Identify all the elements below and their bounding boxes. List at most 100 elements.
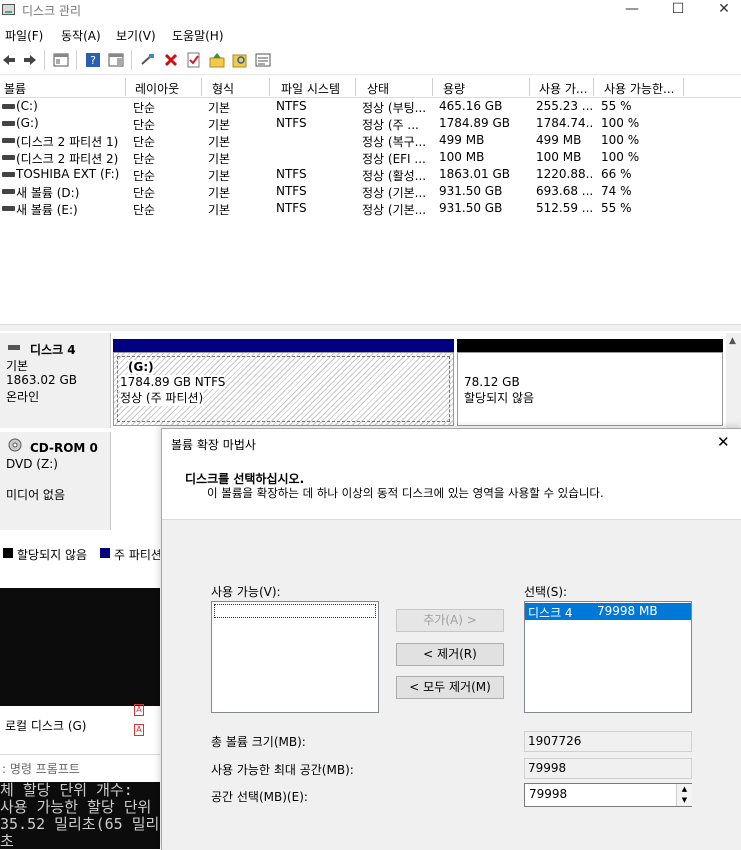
forward-icon[interactable] [22, 52, 38, 68]
import-icon[interactable] [209, 52, 225, 68]
column-divider[interactable] [201, 78, 202, 96]
cell-filesystem: NTFS [276, 184, 307, 198]
legend-unallocated-label: 할당되지 않음 [17, 548, 88, 562]
cell-type: 기본 [208, 203, 231, 217]
cell-percent-free: 100 % [601, 133, 640, 147]
wizard-title: 볼륨 확장 마법사 [171, 438, 256, 452]
menu-action[interactable]: 동작(A) [61, 27, 101, 44]
column-header-capacity[interactable]: 용량 [443, 80, 465, 97]
remove-all-button[interactable]: < 모두 제거(M) [396, 676, 504, 699]
cell-filesystem: NTFS [276, 167, 307, 181]
cell-free-space: 1784.74... [536, 116, 592, 130]
available-listbox-focus [214, 604, 376, 618]
unallocated-size: 78.12 GB [464, 375, 520, 389]
column-divider[interactable] [683, 78, 684, 96]
connect-icon[interactable] [140, 52, 156, 68]
console-tree-icon[interactable] [53, 52, 69, 68]
cell-type: 기본 [208, 186, 231, 200]
max-space-label: 사용 가능한 최대 공간(MB): [211, 763, 354, 777]
menu-help[interactable]: 도움말(H) [172, 27, 224, 44]
minimize-button[interactable]: — [609, 0, 655, 20]
scroll-up-icon[interactable]: ▲ [729, 336, 736, 346]
cell-layout: 단순 [133, 118, 156, 132]
cmd-title: : 명령 프롬프트 [2, 762, 80, 776]
cell-free-space: 512.59 ... [536, 201, 592, 215]
cell-capacity: 1863.01 GB [439, 167, 510, 181]
menu-view[interactable]: 보기(V) [116, 27, 156, 44]
add-button[interactable]: 추가(A) > [396, 609, 504, 632]
volume-icon [2, 104, 15, 109]
console-window-area [0, 588, 160, 706]
local-disk-label[interactable]: 로컬 디스크 (G) [5, 717, 87, 734]
column-header-volume[interactable]: 볼륨 [4, 80, 26, 97]
column-header-filesystem[interactable]: 파일 시스템 [281, 80, 340, 97]
cell-status: 정상 (복구... [362, 135, 427, 149]
menu-bar [0, 23, 741, 43]
console-line: 사용 가능한 할당 단위 [0, 798, 152, 816]
column-divider[interactable] [269, 78, 270, 96]
column-header-layout[interactable]: 레이아웃 [135, 80, 179, 97]
cell-volume: (디스크 2 파티션 2) [16, 152, 119, 166]
check-icon[interactable] [186, 52, 202, 68]
column-header-status[interactable]: 상태 [367, 80, 389, 97]
legend-primary-label: 주 파티션 [114, 548, 160, 562]
available-label: 사용 가능(V): [211, 585, 281, 599]
menu-file[interactable]: 파일(F) [5, 27, 43, 44]
cell-volume: 새 볼륨 (D:) [16, 186, 80, 200]
cell-volume: (G:) [16, 116, 39, 130]
delete-icon[interactable] [163, 52, 179, 68]
help-icon[interactable]: ? [85, 52, 101, 68]
selected-label: 선택(S): [524, 585, 568, 599]
total-size-label: 총 볼륨 크기(MB): [211, 735, 306, 749]
column-header-free-space[interactable]: 사용 가... [539, 80, 587, 97]
close-button[interactable]: ✕ [701, 0, 741, 20]
spin-down-icon[interactable]: ▼ [676, 795, 692, 806]
cell-percent-free: 55 % [601, 99, 632, 113]
disk-management-icon [2, 4, 15, 15]
disk4-name: 디스크 4 [30, 343, 76, 357]
legend-primary-swatch [100, 548, 110, 558]
disk-icon [8, 345, 20, 350]
remove-button[interactable]: < 제거(R) [396, 643, 504, 666]
toolbar-separator [131, 50, 132, 70]
volume-icon [2, 206, 15, 211]
cell-percent-free: 55 % [601, 201, 632, 215]
cell-percent-free: 66 % [601, 167, 632, 181]
cdrom0-type: DVD (Z:) [6, 457, 58, 471]
console-line: 체 할당 단위 개수: [0, 782, 133, 799]
volume-icon [2, 155, 15, 160]
cell-layout: 단순 [133, 203, 156, 217]
cell-free-space: 693.68 ... [536, 184, 592, 198]
column-header-percent-free[interactable]: 사용 가능한... [604, 80, 674, 97]
cell-layout: 단순 [133, 135, 156, 149]
column-header-type[interactable]: 형식 [212, 80, 234, 97]
disk4-type: 기본 [6, 359, 29, 373]
maximize-button[interactable]: ☐ [655, 0, 701, 20]
column-divider[interactable] [125, 78, 126, 96]
cell-status: 정상 (부팅... [362, 101, 427, 115]
unallocated-status: 할당되지 않음 [464, 391, 535, 405]
column-divider[interactable] [529, 78, 530, 96]
cell-filesystem: NTFS [276, 116, 307, 130]
wizard-close-icon[interactable]: ✕ [717, 433, 730, 451]
properties-pane-icon[interactable] [108, 52, 124, 68]
svg-text:?: ? [90, 54, 96, 67]
cell-status: 정상 (기본... [362, 203, 427, 217]
cell-layout: 단순 [133, 152, 156, 166]
column-divider[interactable] [355, 78, 356, 96]
back-icon[interactable] [1, 52, 17, 68]
spin-up-icon[interactable]: ▲ [676, 784, 692, 795]
column-divider[interactable] [432, 78, 433, 96]
disk4-size: 1863.02 GB [6, 373, 77, 387]
toolbar-separator [44, 50, 45, 70]
column-divider[interactable] [593, 78, 594, 96]
cell-free-space: 100 MB [536, 150, 582, 164]
cell-type: 기본 [208, 135, 231, 149]
search-icon[interactable] [232, 52, 248, 68]
volume-icon [2, 138, 15, 143]
select-space-input[interactable]: 79998 [524, 783, 692, 807]
cell-free-space: 255.23 ... [536, 99, 592, 113]
cell-volume: TOSHIBA EXT (F:) [16, 167, 120, 181]
list-icon[interactable] [255, 52, 271, 68]
cell-filesystem: NTFS [276, 201, 307, 215]
